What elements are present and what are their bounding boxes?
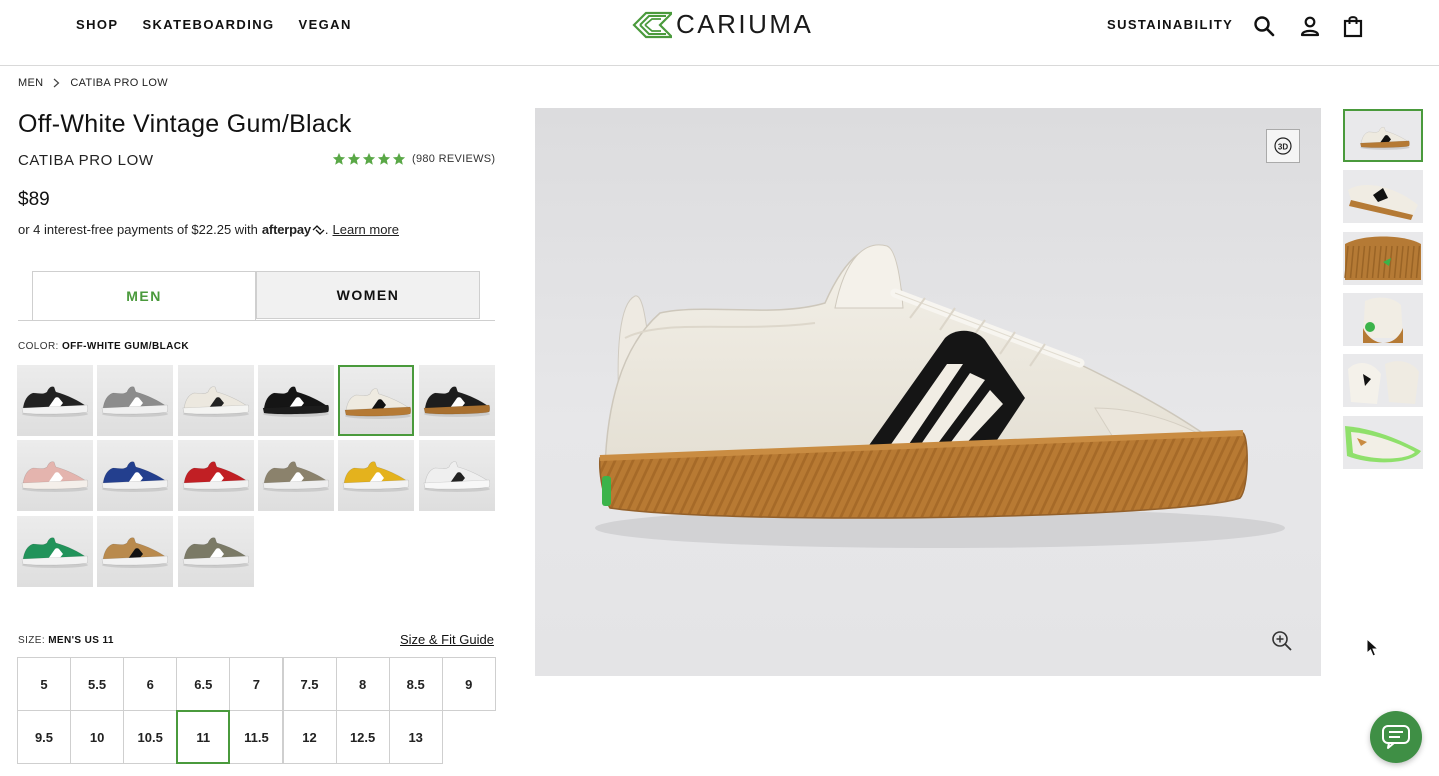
learn-more-link[interactable]: Learn more bbox=[333, 222, 399, 237]
color-swatch[interactable] bbox=[418, 440, 495, 512]
site-header: SHOP SKATEBOARDING VEGAN CARIUMA SUSTAIN… bbox=[0, 0, 1439, 66]
color-swatch[interactable] bbox=[418, 365, 495, 436]
rating[interactable]: (980 REVIEWS) bbox=[332, 152, 495, 166]
afterpay-logo: afterpay bbox=[261, 222, 311, 237]
size-option[interactable]: 12.5 bbox=[335, 710, 390, 764]
account-icon[interactable] bbox=[1298, 14, 1322, 38]
size-option[interactable]: 8.5 bbox=[388, 657, 443, 711]
star-icon bbox=[362, 152, 376, 165]
color-swatch[interactable] bbox=[17, 515, 93, 587]
color-swatch[interactable] bbox=[177, 365, 254, 436]
size-option[interactable]: 11 bbox=[176, 710, 231, 764]
gallery-thumbnail[interactable] bbox=[1343, 415, 1423, 469]
size-option[interactable]: 7 bbox=[229, 657, 284, 711]
search-icon[interactable] bbox=[1252, 14, 1276, 38]
gallery-thumbnail[interactable] bbox=[1343, 354, 1423, 408]
color-swatch[interactable] bbox=[97, 440, 174, 512]
rotate-3d-icon: 3D bbox=[1274, 137, 1292, 155]
gallery-thumbnail[interactable] bbox=[1343, 109, 1423, 162]
tab-men[interactable]: MEN bbox=[32, 271, 256, 320]
nav-sustainability[interactable]: SUSTAINABILITY bbox=[1107, 17, 1233, 32]
star-icon bbox=[377, 152, 391, 165]
color-swatch[interactable] bbox=[338, 365, 415, 436]
size-fit-guide-link[interactable]: Size & Fit Guide bbox=[400, 632, 494, 647]
gallery-thumbnail[interactable] bbox=[1343, 231, 1423, 285]
leaf-logo-icon bbox=[632, 11, 672, 38]
color-label-prefix: COLOR: bbox=[18, 341, 59, 352]
color-swatch[interactable] bbox=[97, 365, 174, 436]
size-label: SIZE: MEN'S US 11 bbox=[18, 635, 114, 646]
mouse-cursor-icon bbox=[1366, 638, 1380, 657]
installments-text: or 4 interest-free payments of $22.25 wi… bbox=[18, 222, 258, 237]
size-option[interactable]: 8 bbox=[335, 657, 390, 711]
color-label: COLOR: OFF-WHITE GUM/BLACK bbox=[18, 341, 189, 352]
size-option[interactable]: 7.5 bbox=[282, 657, 337, 711]
product-main-image[interactable] bbox=[535, 108, 1321, 676]
chat-bubble-icon bbox=[1382, 725, 1410, 749]
breadcrumb-current[interactable]: CATIBA PRO LOW bbox=[70, 77, 168, 89]
size-option[interactable]: 10 bbox=[70, 710, 125, 764]
size-option[interactable]: 10.5 bbox=[123, 710, 178, 764]
nav-skateboarding[interactable]: SKATEBOARDING bbox=[142, 17, 274, 32]
review-count[interactable]: (980 REVIEWS) bbox=[412, 153, 495, 165]
star-icon bbox=[332, 152, 346, 165]
afterpay-arrows-icon bbox=[312, 224, 325, 235]
zoom-in-icon[interactable] bbox=[1270, 629, 1294, 653]
chat-button[interactable] bbox=[1370, 711, 1422, 763]
product-price: $89 bbox=[18, 189, 50, 210]
color-swatch[interactable] bbox=[17, 365, 93, 436]
size-option[interactable]: 6.5 bbox=[176, 657, 231, 711]
color-swatch[interactable] bbox=[97, 515, 174, 587]
installments: or 4 interest-free payments of $22.25 wi… bbox=[18, 222, 399, 237]
primary-nav: SHOP SKATEBOARDING VEGAN bbox=[76, 17, 352, 32]
size-option[interactable]: 9 bbox=[441, 657, 496, 711]
star-icon bbox=[347, 152, 361, 165]
size-option[interactable]: 5.5 bbox=[70, 657, 125, 711]
gender-tabs: MEN WOMEN bbox=[18, 271, 495, 321]
gallery-thumbnail[interactable] bbox=[1343, 292, 1423, 346]
color-swatch[interactable] bbox=[17, 440, 93, 512]
color-swatch[interactable] bbox=[177, 515, 254, 587]
nav-vegan[interactable]: VEGAN bbox=[299, 17, 352, 32]
size-value: MEN'S US 11 bbox=[48, 635, 114, 646]
chevron-right-icon bbox=[53, 78, 60, 88]
nav-shop[interactable]: SHOP bbox=[76, 17, 118, 32]
installments-period: . bbox=[324, 222, 329, 237]
color-swatch[interactable] bbox=[257, 440, 334, 512]
size-option[interactable]: 11.5 bbox=[229, 710, 284, 764]
gallery-thumbnail[interactable] bbox=[1343, 170, 1423, 224]
color-swatch[interactable] bbox=[257, 365, 334, 436]
size-option[interactable]: 6 bbox=[123, 657, 178, 711]
size-label-prefix: SIZE: bbox=[18, 635, 46, 646]
breadcrumb: MEN CATIBA PRO LOW bbox=[18, 77, 168, 89]
size-option[interactable]: 5 bbox=[17, 657, 71, 711]
breadcrumb-men[interactable]: MEN bbox=[18, 77, 43, 89]
product-model: CATIBA PRO LOW bbox=[18, 152, 154, 169]
tab-women[interactable]: WOMEN bbox=[256, 271, 480, 319]
size-option[interactable]: 12 bbox=[282, 710, 337, 764]
view-3d-button[interactable]: 3D bbox=[1266, 129, 1300, 163]
size-option[interactable]: 13 bbox=[388, 710, 443, 764]
color-swatch[interactable] bbox=[177, 440, 254, 512]
sneaker-illustration bbox=[595, 244, 1285, 548]
color-swatch[interactable] bbox=[338, 440, 415, 512]
brand-name: CARIUMA bbox=[676, 9, 814, 39]
size-option[interactable]: 9.5 bbox=[17, 710, 71, 764]
rating-stars bbox=[332, 152, 406, 166]
product-title: Off-White Vintage Gum/Black bbox=[18, 110, 352, 138]
svg-text:3D: 3D bbox=[1278, 143, 1288, 152]
color-value: OFF-WHITE GUM/BLACK bbox=[61, 341, 189, 352]
cart-icon[interactable] bbox=[1341, 14, 1365, 38]
star-icon bbox=[392, 152, 406, 165]
brand-logo[interactable]: CARIUMA bbox=[632, 9, 813, 40]
